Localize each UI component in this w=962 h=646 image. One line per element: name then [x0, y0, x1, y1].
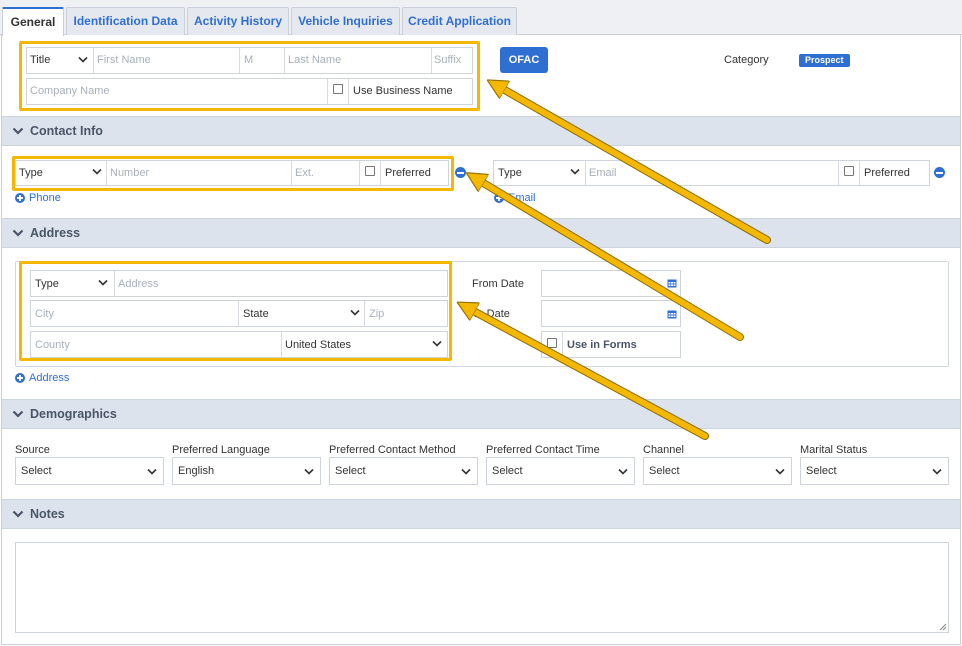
section-title: Contact Info [30, 124, 103, 138]
category-label: Category [724, 54, 769, 66]
plus-circle-icon[interactable] [494, 193, 504, 203]
address-section-header[interactable]: Address [2, 218, 960, 248]
contact-info-section-header[interactable]: Contact Info [2, 116, 960, 146]
source-label: Source [15, 444, 50, 456]
preferred-contact-method-label: Preferred Contact Method [329, 444, 456, 456]
tab-label: Activity History [193, 14, 283, 28]
add-address-link[interactable]: Address [29, 372, 69, 384]
preferred-contact-method-select[interactable]: Select [329, 457, 478, 485]
dropdown-caret-icon [461, 468, 471, 475]
minus-circle-icon[interactable] [934, 167, 945, 178]
dropdown-caret-icon [932, 468, 942, 475]
email-input[interactable]: Email [589, 167, 617, 179]
preferred-contact-time-select[interactable]: Select [486, 457, 635, 485]
tab-general[interactable]: General [2, 7, 64, 36]
source-select[interactable]: Select [15, 457, 164, 485]
tab-vehicle-inquiries[interactable]: Vehicle Inquiries [291, 7, 400, 35]
divider [585, 161, 586, 185]
tab-label: Credit Application [408, 14, 511, 28]
select-value: English [178, 465, 215, 477]
select-value: Select [492, 465, 523, 477]
tab-identification-data[interactable]: Identification Data [66, 7, 185, 35]
chevron-down-icon [12, 410, 24, 418]
select-value: Select [649, 465, 680, 477]
plus-circle-icon[interactable] [15, 193, 25, 203]
preferred-language-label: Preferred Language [172, 444, 270, 456]
notes-section-header[interactable]: Notes [2, 499, 960, 529]
section-title: Demographics [30, 407, 117, 421]
tab-label: General [10, 15, 56, 29]
email-preferred-checkbox[interactable] [844, 166, 854, 176]
highlight-box-phone [12, 156, 454, 191]
tab-credit-application[interactable]: Credit Application [402, 7, 517, 35]
highlight-box-address [19, 261, 452, 361]
divider [562, 332, 563, 357]
email-type-select-value[interactable]: Type [498, 167, 522, 179]
email-preferred-label: Preferred [864, 167, 910, 179]
plus-circle-icon[interactable] [15, 373, 25, 383]
use-in-forms-checkbox[interactable] [547, 338, 557, 348]
dropdown-caret-icon [618, 468, 628, 475]
select-value: Select [806, 465, 837, 477]
use-in-forms-label: Use in Forms [567, 339, 637, 351]
chevron-down-icon [12, 229, 24, 237]
dropdown-caret-icon [775, 468, 785, 475]
tab-bar: General Identification Data Activity His… [0, 0, 962, 36]
select-value: Select [21, 465, 52, 477]
channel-label: Channel [643, 444, 684, 456]
select-value: Select [335, 465, 366, 477]
ofac-button[interactable]: OFAC [500, 47, 548, 73]
category-badge: Prospect [799, 54, 850, 67]
marital-status-select[interactable]: Select [800, 457, 949, 485]
to-date-label: To Date [472, 308, 510, 320]
to-date-input[interactable] [541, 300, 681, 327]
dropdown-caret-icon [147, 468, 157, 475]
preferred-language-select[interactable]: English [172, 457, 321, 485]
calendar-icon[interactable] [667, 278, 677, 288]
marital-status-label: Marital Status [800, 444, 868, 456]
tab-label: Identification Data [73, 14, 178, 28]
from-date-label: From Date [472, 278, 524, 290]
resize-handle-icon[interactable] [938, 622, 947, 631]
dropdown-caret-icon [304, 468, 314, 475]
from-date-input[interactable] [541, 270, 681, 297]
divider [838, 161, 839, 185]
section-title: Notes [30, 507, 65, 521]
section-title: Address [30, 226, 81, 240]
divider [859, 161, 860, 185]
add-phone-link[interactable]: Phone [29, 192, 61, 204]
add-email-link[interactable]: Email [508, 192, 536, 204]
calendar-icon[interactable] [667, 309, 677, 319]
preferred-contact-time-label: Preferred Contact Time [486, 444, 600, 456]
demographics-section-header[interactable]: Demographics [2, 399, 960, 429]
channel-select[interactable]: Select [643, 457, 792, 485]
minus-circle-icon[interactable] [455, 167, 466, 178]
dropdown-caret-icon[interactable] [570, 168, 580, 176]
highlight-box-name [19, 41, 480, 111]
tab-label: Vehicle Inquiries [298, 14, 393, 28]
chevron-down-icon [12, 127, 24, 135]
notes-textarea[interactable] [15, 542, 949, 633]
tab-activity-history[interactable]: Activity History [187, 7, 289, 35]
chevron-down-icon [12, 510, 24, 518]
